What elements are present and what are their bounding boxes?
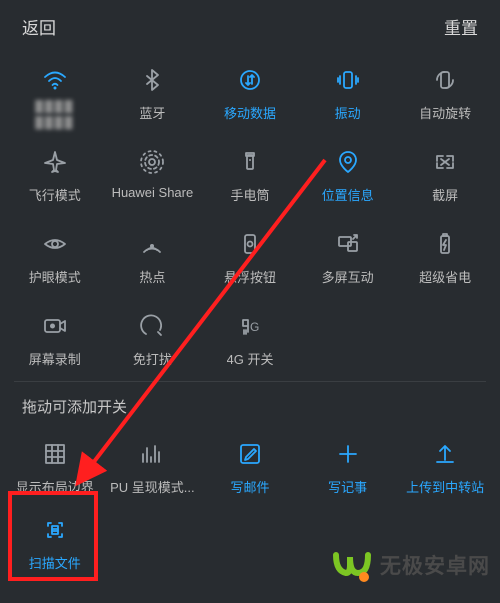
airplane-icon xyxy=(41,145,69,179)
rotate-icon xyxy=(431,63,459,97)
wifi-ssid: ████ xyxy=(35,101,74,113)
reset-button[interactable]: 重置 xyxy=(444,14,478,39)
empty-tile xyxy=(299,303,397,379)
toggle-mobile-data[interactable]: 移动数据 xyxy=(201,57,299,133)
toggle-wifi[interactable]: ████ ████ xyxy=(6,57,104,133)
toggle-label: 热点 xyxy=(139,267,165,286)
location-icon xyxy=(334,145,362,179)
record-icon xyxy=(41,309,69,343)
flashlight-icon xyxy=(236,145,264,179)
svg-text:G: G xyxy=(250,320,259,334)
back-button[interactable]: 返回 xyxy=(22,14,56,39)
toggle-hotspot[interactable]: 热点 xyxy=(104,221,202,297)
4g-icon: G xyxy=(236,309,264,343)
compose-icon xyxy=(236,437,264,471)
toggle-label: 多屏互动 xyxy=(322,267,374,286)
annotation-highlight xyxy=(8,491,98,581)
toggle-label: 振动 xyxy=(335,103,361,122)
toggle-label: PU 呈现模式... xyxy=(110,477,195,496)
empty-tile xyxy=(396,303,494,379)
toggle-label: 超级省电 xyxy=(419,267,471,286)
toggle-label: 免打扰 xyxy=(133,349,172,368)
toggle-float-button[interactable]: 悬浮按钮 xyxy=(201,221,299,297)
screenshot-icon xyxy=(431,145,459,179)
mobile-data-icon xyxy=(236,63,264,97)
toggle-dnd[interactable]: 免打扰 xyxy=(104,303,202,379)
toggle-label: 屏幕录制 xyxy=(29,349,81,368)
watermark-logo-icon xyxy=(330,543,374,587)
multiscreen-icon xyxy=(334,227,362,261)
wifi-ssid: ████ xyxy=(35,117,74,129)
empty-tile xyxy=(104,507,202,583)
toggle-label: 4G 开关 xyxy=(227,349,274,368)
section-title: 拖动可添加开关 xyxy=(0,382,500,423)
toggle-label: 移动数据 xyxy=(224,103,276,122)
toggle-label: 上传到中转站 xyxy=(406,477,484,496)
toggle-upload-transit[interactable]: 上传到中转站 xyxy=(396,431,494,507)
wifi-icon xyxy=(41,63,69,97)
toggle-label: 写邮件 xyxy=(230,477,269,496)
toggle-screen-record[interactable]: 屏幕录制 xyxy=(6,303,104,379)
watermark: 无极安卓网 xyxy=(330,543,490,587)
vibrate-icon xyxy=(334,63,362,97)
empty-tile xyxy=(201,507,299,583)
eye-icon xyxy=(41,227,69,261)
bluetooth-icon xyxy=(138,63,166,97)
toggle-flashlight[interactable]: 手电筒 xyxy=(201,139,299,215)
toggle-screenshot[interactable]: 截屏 xyxy=(396,139,494,215)
dnd-icon xyxy=(138,309,166,343)
toggle-location[interactable]: 位置信息 xyxy=(299,139,397,215)
toggle-vibrate[interactable]: 振动 xyxy=(299,57,397,133)
toggle-label: Huawei Share xyxy=(112,185,194,200)
upload-icon xyxy=(431,437,459,471)
toggle-bluetooth[interactable]: 蓝牙 xyxy=(104,57,202,133)
toggle-write-note[interactable]: 写记事 xyxy=(299,431,397,507)
toggle-eye-comfort[interactable]: 护眼模式 xyxy=(6,221,104,297)
share-icon xyxy=(138,145,166,179)
toggle-gpu-render[interactable]: PU 呈现模式... xyxy=(104,431,202,507)
float-icon xyxy=(236,227,264,261)
toggle-label: 护眼模式 xyxy=(29,267,81,286)
toggle-compose-mail[interactable]: 写邮件 xyxy=(201,431,299,507)
toggle-label: 悬浮按钮 xyxy=(224,267,276,286)
toggle-auto-rotate[interactable]: 自动旋转 xyxy=(396,57,494,133)
toggle-super-save[interactable]: 超级省电 xyxy=(396,221,494,297)
toggle-huawei-share[interactable]: Huawei Share xyxy=(104,139,202,215)
toggle-label: 截屏 xyxy=(432,185,458,204)
toggle-multi-screen[interactable]: 多屏互动 xyxy=(299,221,397,297)
toggle-label: 写记事 xyxy=(328,477,367,496)
plus-icon xyxy=(334,437,362,471)
toggle-4g-switch[interactable]: G 4G 开关 xyxy=(201,303,299,379)
toggle-label: 自动旋转 xyxy=(419,103,471,122)
battery-icon xyxy=(431,227,459,261)
bounds-icon xyxy=(41,437,69,471)
toggle-label: 手电筒 xyxy=(230,185,269,204)
toggle-label: 蓝牙 xyxy=(139,103,165,122)
toggle-airplane[interactable]: 飞行模式 xyxy=(6,139,104,215)
gpu-icon xyxy=(138,437,166,471)
toggle-label: 飞行模式 xyxy=(29,185,81,204)
toggle-label: 位置信息 xyxy=(322,185,374,204)
hotspot-icon xyxy=(138,227,166,261)
watermark-text: 无极安卓网 xyxy=(380,550,490,580)
